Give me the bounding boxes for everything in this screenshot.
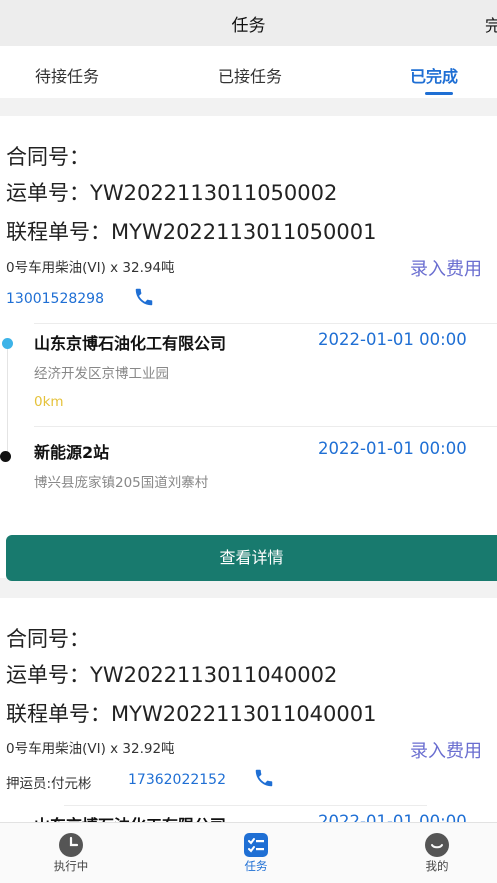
origin-station-name: 山东京博石油化工有限公司 [34, 334, 227, 353]
origin-station-time: 2022-01-01 00:00 [318, 812, 467, 822]
enter-fee-link[interactable]: 录入费用 [410, 255, 482, 281]
route-line [7, 346, 8, 456]
waybill-number: 运单号：YW2022113011050002 [6, 181, 338, 205]
page-title: 任务 [231, 16, 266, 36]
end-point-dot [0, 451, 11, 462]
tabbar-item-tasks[interactable]: 任务 [196, 823, 316, 883]
tabbar-label: 我的 [425, 859, 449, 873]
joint-waybill-number: 联程单号：MYW2022113011040001 [6, 702, 377, 726]
app-header: 任务 完 [0, 0, 497, 46]
divider [34, 426, 497, 427]
product-info: 0号车用柴油(VI) x 32.92吨 [6, 741, 175, 757]
escort-name: 押运员:付元彬 [6, 776, 92, 792]
bottom-tab-bar: 执行中 任务 我的 [0, 822, 497, 883]
phone-number[interactable]: 13001528298 [6, 291, 104, 307]
divider [34, 323, 497, 324]
tabbar-item-in-progress[interactable]: 执行中 [11, 823, 131, 883]
distance-value: 0km [34, 394, 64, 410]
task-list-icon [244, 833, 268, 857]
tabbar-label: 任务 [244, 859, 268, 873]
contract-number: 合同号： [6, 627, 90, 651]
destination-station-address: 博兴县庞家镇205国道刘寨村 [34, 475, 209, 491]
joint-waybill-number: 联程单号：MYW2022113011050001 [6, 220, 377, 244]
order-card: 合同号： 运单号：YW2022113011040002 联程单号：MYW2022… [0, 598, 497, 822]
phone-number[interactable]: 17362022152 [128, 772, 226, 788]
header-right-text[interactable]: 完 [485, 12, 497, 36]
tabbar-label: 执行中 [53, 859, 89, 873]
task-tabs: 待接任务 已接任务 已完成 [0, 46, 497, 98]
divider [64, 805, 427, 806]
contract-number: 合同号： [6, 145, 90, 169]
order-card: 合同号： 运单号：YW2022113011050002 联程单号：MYW2022… [0, 116, 497, 581]
destination-station-time: 2022-01-01 00:00 [318, 439, 467, 458]
tab-pending[interactable]: 待接任务 [35, 63, 99, 87]
origin-station-time: 2022-01-01 00:00 [318, 330, 467, 349]
clock-icon [59, 833, 83, 857]
origin-station-name: 山东京博石油化工有限公司 [34, 812, 226, 822]
phone-icon[interactable] [253, 767, 275, 789]
tabbar-item-mine[interactable]: 我的 [377, 823, 497, 883]
waybill-number: 运单号：YW2022113011040002 [6, 663, 338, 687]
view-details-button[interactable]: 查看详情 [6, 535, 497, 581]
enter-fee-link[interactable]: 录入费用 [410, 737, 482, 763]
start-point-dot [2, 338, 13, 349]
tab-accepted[interactable]: 已接任务 [218, 63, 282, 87]
origin-station-address: 经济开发区京博工业园 [34, 366, 169, 382]
profile-icon [425, 833, 449, 857]
phone-icon[interactable] [133, 286, 155, 308]
product-info: 0号车用柴油(VI) x 32.94吨 [6, 260, 175, 276]
tab-completed[interactable]: 已完成 [410, 63, 458, 87]
destination-station-name: 新能源2站 [34, 443, 110, 462]
active-tab-indicator [425, 92, 453, 95]
order-list[interactable]: 合同号： 运单号：YW2022113011050002 联程单号：MYW2022… [0, 98, 497, 822]
